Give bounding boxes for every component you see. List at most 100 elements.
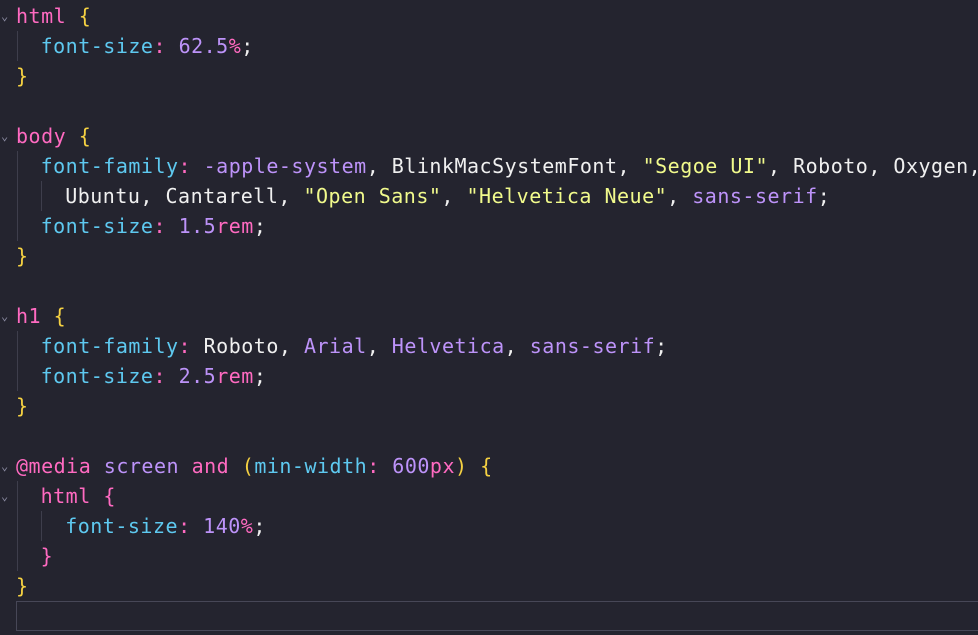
current-line-highlight [16, 601, 978, 631]
code-text: } [16, 61, 29, 91]
indent-guide [17, 331, 18, 361]
code-token: , [366, 334, 392, 358]
code-token: Arial [303, 334, 367, 358]
code-text: } [16, 391, 29, 421]
code-token: font-family [40, 154, 179, 178]
code-line[interactable]: ⌄ h1 { [0, 301, 978, 331]
code-text: html { [16, 1, 91, 31]
code-line[interactable]: ⌄ html { [0, 1, 978, 31]
indent-guide [17, 481, 18, 511]
code-token: h1 [16, 304, 42, 328]
code-token: screen [103, 454, 180, 478]
code-text: h1 { [16, 301, 66, 331]
code-token: { [480, 454, 493, 478]
fold-chevron-icon[interactable]: ⌄ [1, 451, 13, 481]
code-line[interactable]: font-size: 140%; [0, 511, 978, 541]
code-line[interactable]: } [0, 241, 978, 271]
code-line[interactable]: Ubuntu, Cantarell, "Open Sans", "Helveti… [0, 181, 978, 211]
code-token: { [78, 4, 92, 28]
code-text: } [16, 241, 29, 271]
indent-guide [41, 511, 42, 541]
code-token: : [153, 214, 167, 238]
code-token: font-size [65, 514, 179, 538]
code-text: html { [41, 481, 116, 511]
code-token: , [667, 184, 693, 208]
code-token: body [16, 124, 67, 148]
code-token: "Helvetica Neue" [466, 184, 668, 208]
code-text: Ubuntu, Cantarell, "Open Sans", "Helveti… [65, 181, 830, 211]
code-line[interactable]: font-size: 62.5%; [0, 31, 978, 61]
code-token: : [153, 364, 167, 388]
code-line[interactable]: ⌄ body { [0, 121, 978, 151]
code-token: Helvetica [391, 334, 505, 358]
code-token: % [240, 514, 254, 538]
fold-chevron-icon[interactable]: ⌄ [1, 481, 13, 511]
code-token: "Segoe UI" [642, 154, 769, 178]
code-token: 62.5 [178, 34, 229, 58]
code-line[interactable]: ⌄ html { [0, 481, 978, 511]
indent-guide [17, 151, 18, 181]
code-token: sans-serif [692, 184, 818, 208]
code-token: rem [216, 364, 254, 388]
code-token: html [40, 484, 91, 508]
code-line[interactable]: } [0, 391, 978, 421]
code-line[interactable]: } [0, 571, 978, 601]
code-token: : [367, 454, 380, 478]
code-token: 600 [392, 454, 430, 478]
code-line[interactable] [0, 421, 978, 451]
code-token: % [228, 34, 242, 58]
indent-guide [41, 181, 42, 211]
code-line[interactable]: } [0, 541, 978, 571]
fold-chevron-icon[interactable]: ⌄ [1, 121, 13, 151]
code-line[interactable]: ⌄ @media screen and (min-width: 600px) { [0, 451, 978, 481]
code-token: and [191, 454, 230, 478]
code-text: } [41, 541, 54, 571]
indent-guide [17, 541, 18, 571]
code-token: "Open Sans" [303, 184, 442, 208]
code-line[interactable] [0, 271, 978, 301]
code-token: , [504, 334, 530, 358]
indent-guide [17, 31, 18, 61]
code-token: font-size [40, 214, 154, 238]
code-token: Ubuntu, Cantarell, [65, 184, 304, 208]
code-text: font-size: 1.5rem; [41, 211, 267, 241]
code-token: px [429, 454, 455, 478]
code-token: @media [16, 454, 92, 478]
code-token: ; [253, 214, 267, 238]
indent-guide [17, 511, 18, 541]
code-line[interactable]: font-family: Roboto, Arial, Helvetica, s… [0, 331, 978, 361]
code-token: } [40, 544, 54, 568]
code-line[interactable]: font-family: -apple-system, BlinkMacSyst… [0, 151, 978, 181]
code-text: font-size: 140%; [65, 511, 266, 541]
code-token: { [53, 304, 67, 328]
code-editor[interactable]: ⌄ html {font-size: 62.5%;} ⌄ body {font-fam… [0, 0, 978, 635]
code-line[interactable] [0, 91, 978, 121]
code-text: font-size: 2.5rem; [41, 361, 267, 391]
code-token: } [16, 244, 29, 268]
code-token: { [103, 484, 116, 508]
indent-guide [17, 211, 18, 241]
code-line[interactable]: } [0, 61, 978, 91]
code-text: font-family: -apple-system, BlinkMacSyst… [41, 151, 978, 181]
code-token: } [16, 64, 29, 88]
code-token: ; [241, 34, 254, 58]
code-token: ; [655, 334, 668, 358]
code-token: ; [253, 514, 266, 538]
code-line[interactable]: font-size: 2.5rem; [0, 361, 978, 391]
code-token: 1.5 [178, 214, 217, 238]
code-line[interactable]: font-size: 1.5rem; [0, 211, 978, 241]
fold-chevron-icon[interactable]: ⌄ [1, 1, 13, 31]
code-token: } [16, 574, 29, 598]
code-text: font-family: Roboto, Arial, Helvetica, s… [41, 331, 668, 361]
code-token: { [78, 124, 92, 148]
code-text: font-size: 62.5%; [41, 31, 254, 61]
fold-chevron-icon[interactable]: ⌄ [1, 301, 13, 331]
